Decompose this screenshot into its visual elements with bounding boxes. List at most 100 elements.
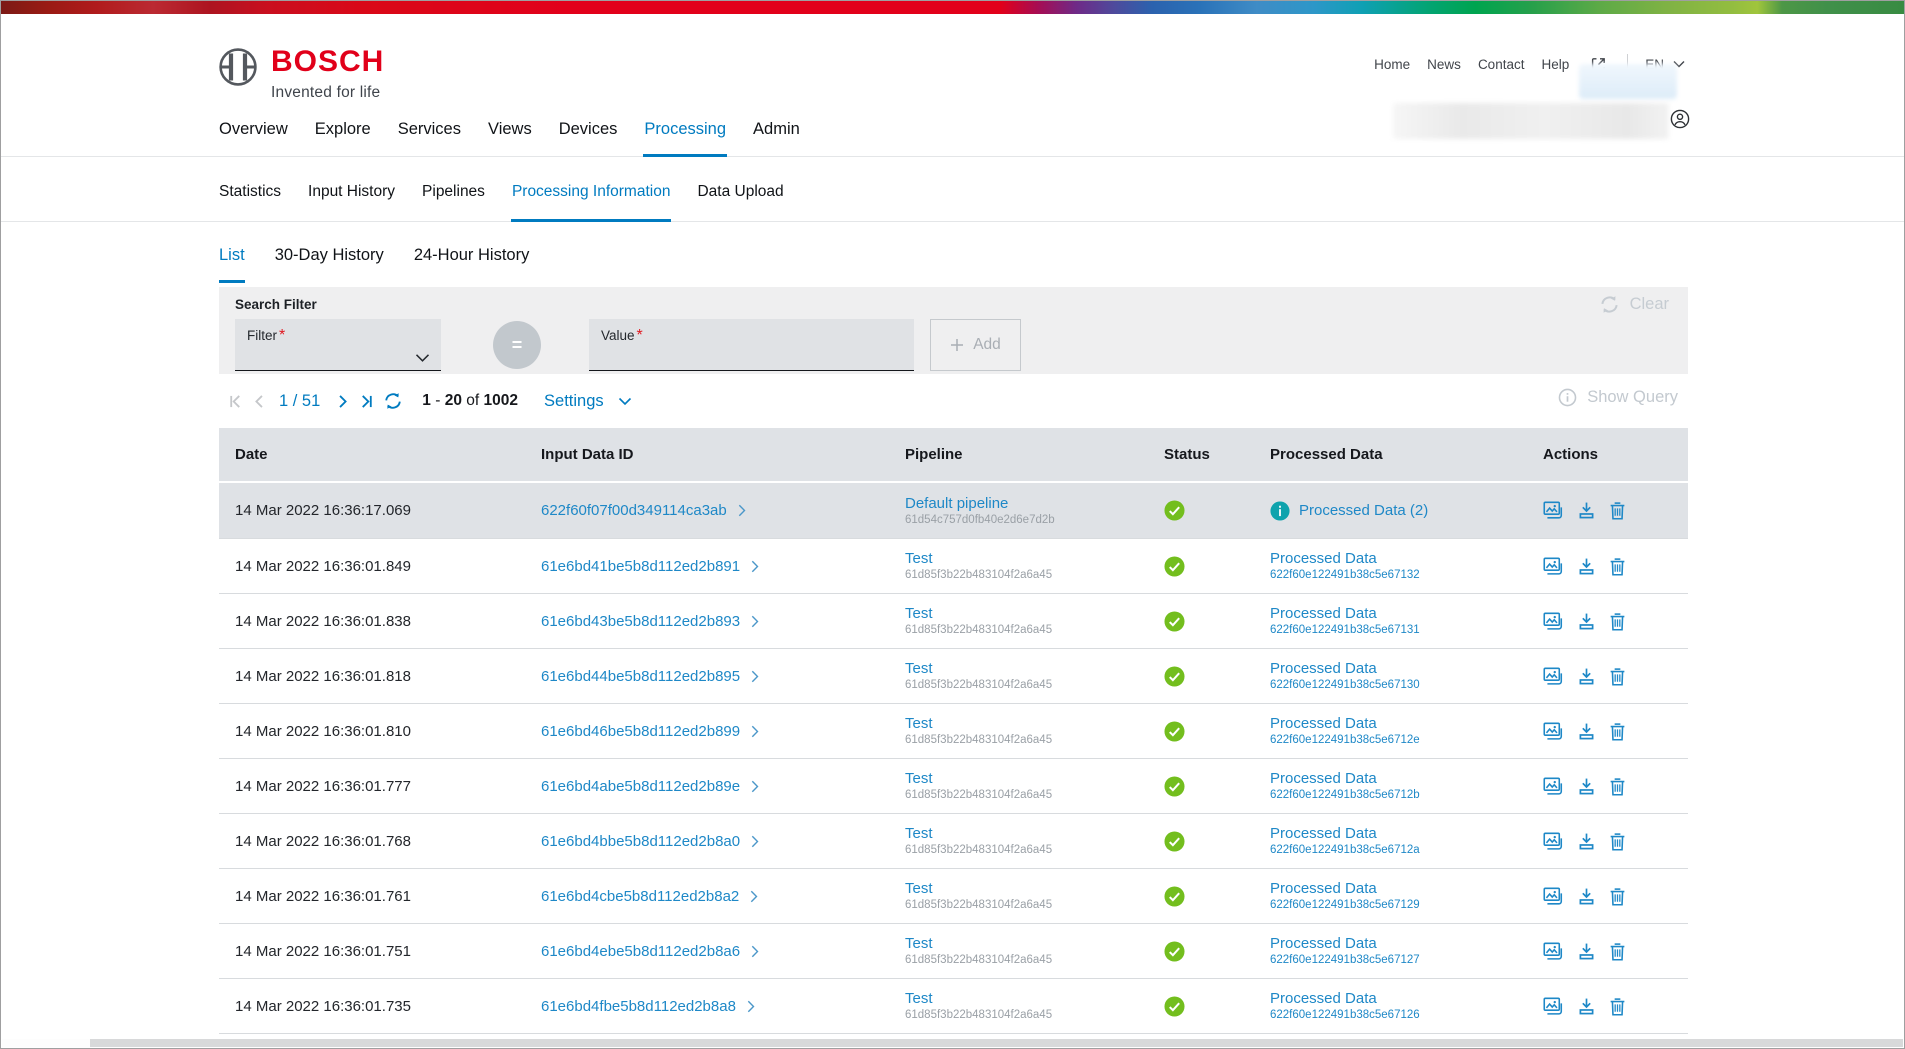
pipeline-link[interactable]: Test	[905, 880, 933, 897]
view-image-button[interactable]	[1543, 832, 1564, 851]
pipeline-link[interactable]: Default pipeline	[905, 495, 1008, 512]
utility-link[interactable]: News	[1427, 57, 1461, 72]
pipeline-link[interactable]: Test	[905, 770, 933, 787]
input-data-id-link[interactable]: 61e6bd41be5b8d112ed2b891	[541, 558, 740, 575]
view-tab[interactable]: 24-Hour History	[414, 245, 530, 283]
input-data-id-link[interactable]: 61e6bd4bbe5b8d112ed2b8a0	[541, 833, 740, 850]
processed-data-link[interactable]: Processed Data (2)	[1299, 502, 1428, 519]
main-nav-item[interactable]: Services	[398, 120, 461, 156]
delete-button[interactable]	[1609, 997, 1626, 1016]
view-image-button[interactable]	[1543, 667, 1564, 686]
sub-nav-item[interactable]: Statistics	[219, 183, 281, 221]
input-data-id-link[interactable]: 61e6bd43be5b8d112ed2b893	[541, 613, 740, 630]
sub-nav-item[interactable]: Pipelines	[422, 183, 485, 221]
processed-data-id[interactable]: 622f60e122491b38c5e67127	[1270, 954, 1420, 967]
scrollbar-thumb[interactable]	[90, 1039, 1903, 1047]
next-page-button[interactable]	[330, 389, 354, 413]
show-query-button[interactable]: Show Query	[1558, 388, 1678, 407]
delete-button[interactable]	[1609, 832, 1626, 851]
pipeline-link[interactable]: Test	[905, 935, 933, 952]
bosch-logo[interactable]: BOSCH Invented for life	[218, 47, 384, 102]
view-image-button[interactable]	[1543, 722, 1564, 741]
download-button[interactable]	[1577, 612, 1596, 631]
main-nav-item[interactable]: Admin	[753, 120, 800, 156]
processed-data-link[interactable]: Processed Data	[1270, 660, 1377, 677]
delete-button[interactable]	[1609, 667, 1626, 686]
download-button[interactable]	[1577, 667, 1596, 686]
pipeline-link[interactable]: Test	[905, 715, 933, 732]
refresh-icon[interactable]	[381, 389, 405, 413]
processed-data-id[interactable]: 622f60e122491b38c5e6712a	[1270, 844, 1420, 857]
input-data-id-link[interactable]: 61e6bd4cbe5b8d112ed2b8a2	[541, 888, 739, 905]
view-tab[interactable]: List	[219, 245, 245, 283]
processed-data-link[interactable]: Processed Data	[1270, 550, 1377, 567]
input-data-id-link[interactable]: 61e6bd46be5b8d112ed2b899	[541, 723, 740, 740]
input-data-id-link[interactable]: 61e6bd4ebe5b8d112ed2b8a6	[541, 943, 740, 960]
download-button[interactable]	[1577, 557, 1596, 576]
download-button[interactable]	[1577, 722, 1596, 741]
add-filter-button[interactable]: Add	[930, 319, 1021, 371]
download-button[interactable]	[1577, 942, 1596, 961]
filter-field-select[interactable]: Filter*	[235, 319, 441, 371]
delete-button[interactable]	[1609, 501, 1626, 520]
last-page-button[interactable]	[354, 389, 378, 413]
pipeline-link[interactable]: Test	[905, 660, 933, 677]
horizontal-scrollbar[interactable]	[2, 1039, 1903, 1047]
sub-nav-item[interactable]: Input History	[308, 183, 395, 221]
processed-data-id[interactable]: 622f60e122491b38c5e67132	[1270, 569, 1420, 582]
processed-data-id[interactable]: 622f60e122491b38c5e6712e	[1270, 734, 1420, 747]
input-data-id-link[interactable]: 61e6bd44be5b8d112ed2b895	[541, 668, 740, 685]
processed-data-id[interactable]: 622f60e122491b38c5e67129	[1270, 899, 1420, 912]
delete-button[interactable]	[1609, 887, 1626, 906]
input-data-id-link[interactable]: 61e6bd4abe5b8d112ed2b89e	[541, 778, 740, 795]
delete-button[interactable]	[1609, 557, 1626, 576]
main-nav-item[interactable]: Processing	[644, 120, 726, 156]
processed-data-id[interactable]: 622f60e122491b38c5e67130	[1270, 679, 1420, 692]
clear-filter-button[interactable]: Clear	[1599, 294, 1669, 315]
processed-data-id[interactable]: 622f60e122491b38c5e6712b	[1270, 789, 1420, 802]
utility-link[interactable]: Contact	[1478, 57, 1525, 72]
view-image-button[interactable]	[1543, 942, 1564, 961]
sub-nav-item[interactable]: Processing Information	[512, 183, 671, 221]
download-button[interactable]	[1577, 887, 1596, 906]
download-button[interactable]	[1577, 997, 1596, 1016]
delete-button[interactable]	[1609, 612, 1626, 631]
view-image-button[interactable]	[1543, 997, 1564, 1016]
settings-dropdown[interactable]: Settings	[544, 392, 632, 411]
download-button[interactable]	[1577, 832, 1596, 851]
processed-data-id[interactable]: 622f60e122491b38c5e67126	[1270, 1009, 1420, 1022]
processed-data-link[interactable]: Processed Data	[1270, 880, 1377, 897]
view-image-button[interactable]	[1543, 612, 1564, 631]
filter-value-input[interactable]: Value*	[589, 319, 914, 371]
processed-data-link[interactable]: Processed Data	[1270, 935, 1377, 952]
main-nav-item[interactable]: Devices	[559, 120, 618, 156]
download-button[interactable]	[1577, 501, 1596, 520]
delete-button[interactable]	[1609, 722, 1626, 741]
view-image-button[interactable]	[1543, 557, 1564, 576]
processed-data-link[interactable]: Processed Data	[1270, 825, 1377, 842]
pipeline-link[interactable]: Test	[905, 825, 933, 842]
info-icon[interactable]	[1270, 501, 1290, 521]
view-image-button[interactable]	[1543, 777, 1564, 796]
sub-nav-item[interactable]: Data Upload	[697, 183, 783, 221]
view-image-button[interactable]	[1543, 501, 1564, 520]
processed-data-id[interactable]: 622f60e122491b38c5e67131	[1270, 624, 1420, 637]
processed-data-link[interactable]: Processed Data	[1270, 990, 1377, 1007]
delete-button[interactable]	[1609, 777, 1626, 796]
processed-data-link[interactable]: Processed Data	[1270, 715, 1377, 732]
pipeline-link[interactable]: Test	[905, 990, 933, 1007]
main-nav-item[interactable]: Views	[488, 120, 532, 156]
pipeline-link[interactable]: Test	[905, 605, 933, 622]
download-button[interactable]	[1577, 777, 1596, 796]
utility-link[interactable]: Home	[1374, 57, 1410, 72]
utility-link[interactable]: Help	[1541, 57, 1569, 72]
user-account-icon[interactable]	[1670, 109, 1690, 129]
input-data-id-link[interactable]: 61e6bd4fbe5b8d112ed2b8a8	[541, 998, 736, 1015]
previous-page-button[interactable]	[247, 389, 271, 413]
main-nav-item[interactable]: Explore	[315, 120, 371, 156]
input-data-id-link[interactable]: 622f60f07f00d349114ca3ab	[541, 502, 727, 519]
delete-button[interactable]	[1609, 942, 1626, 961]
processed-data-link[interactable]: Processed Data	[1270, 605, 1377, 622]
view-tab[interactable]: 30-Day History	[275, 245, 384, 283]
view-image-button[interactable]	[1543, 887, 1564, 906]
